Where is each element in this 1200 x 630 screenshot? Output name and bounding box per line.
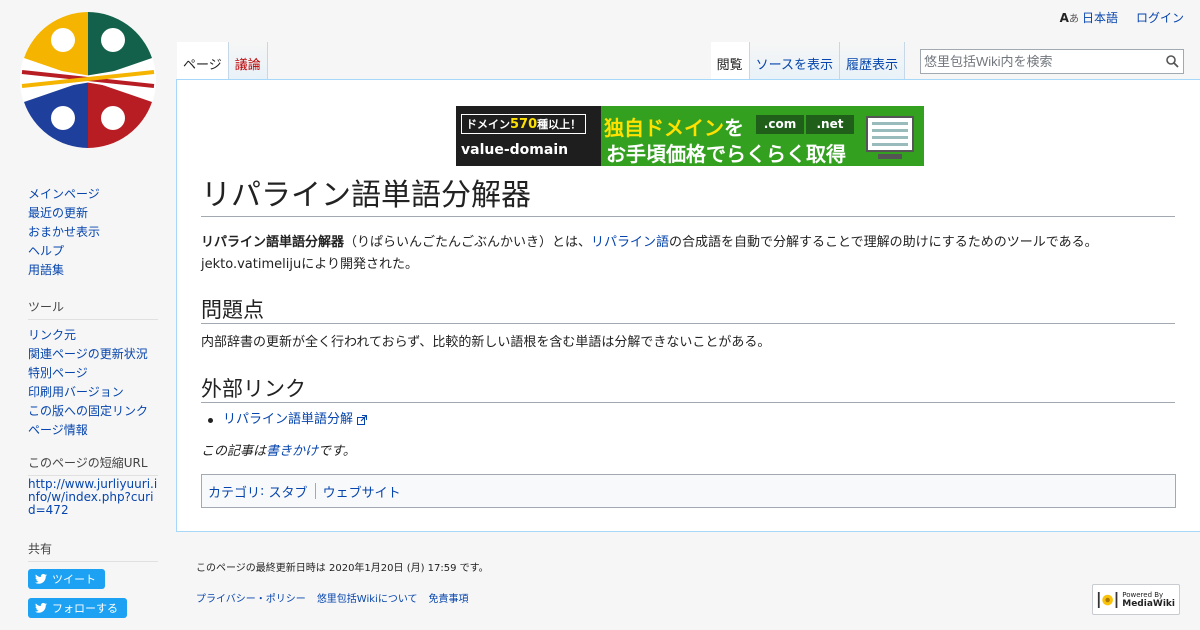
sidebar-tools: ツール リンク元 関連ページの更新状況 特別ページ 印刷用バージョン この版への… (28, 298, 158, 440)
footer-disclaimer-link[interactable]: 免責事項 (429, 590, 469, 605)
sidebar-navigation: メインページ 最近の更新 おまかせ表示 ヘルプ 用語集 (28, 185, 158, 280)
sidebar-item-help[interactable]: ヘルプ (28, 242, 158, 261)
category-website[interactable]: ウェブサイト (323, 482, 401, 501)
language-link[interactable]: 日本語 (1082, 9, 1118, 26)
powered-by-mediawiki[interactable]: Powered By MediaWiki (1092, 584, 1180, 615)
mediawiki-logo-icon (1097, 591, 1118, 608)
footer-about-link[interactable]: 悠里包括Wikiについて (317, 590, 418, 605)
banner-brand: value-domain (461, 142, 569, 158)
banner-headline: 独自ドメインを (604, 116, 744, 140)
list-item: リパライン語単語分解 (207, 410, 368, 430)
categories-label[interactable]: カテゴリ (208, 482, 260, 501)
content-area: ドメイン570種以上！ value-domain 独自ドメインを .com .n… (176, 79, 1200, 532)
stub-link[interactable]: 書きかけ (266, 444, 318, 459)
heading-external-links: 外部リンク (201, 376, 1175, 403)
sidebar-item-glossary[interactable]: 用語集 (28, 261, 158, 280)
sidebar-share: 共有 (28, 540, 158, 568)
sidebar-item-whatlinkshere[interactable]: リンク元 (28, 326, 158, 345)
tools-heading: ツール (28, 298, 158, 320)
twitter-icon (35, 603, 47, 613)
heading-problems: 問題点 (201, 297, 1175, 324)
namespace-tabs: ページ 議論 (177, 42, 268, 80)
search-icon (1165, 55, 1179, 68)
intro-bold: リパライン語単語分解器 (201, 235, 345, 250)
shorturl-link[interactable]: http://www.jurliyuuri.info/w/index.php?c… (28, 478, 158, 517)
ad-banner[interactable]: ドメイン570種以上！ value-domain 独自ドメインを .com .n… (456, 106, 924, 166)
search-input[interactable] (921, 50, 1161, 73)
search-box (920, 49, 1184, 74)
personal-tools: Aあ 日本語 ログイン (1060, 9, 1184, 26)
tweet-button[interactable]: ツイート (28, 569, 105, 589)
category-links: カテゴリ: スタブ ウェブサイト (201, 474, 1176, 508)
intro-link[interactable]: リパライン語 (591, 235, 669, 250)
sidebar-item-permalink[interactable]: この版への固定リンク (28, 402, 158, 421)
sidebar-item-related-changes[interactable]: 関連ページの更新状況 (28, 345, 158, 364)
banner-subline: お手頃価格でらくらく取得 (606, 142, 846, 166)
external-links-list: リパライン語単語分解 (201, 410, 368, 430)
tab-history[interactable]: 履歴表示 (839, 42, 905, 80)
category-stub[interactable]: スタブ (269, 482, 308, 501)
shorturl-heading: このページの短縮URL (28, 454, 158, 476)
site-logo[interactable] (18, 10, 158, 150)
banner-net: .net (806, 115, 854, 134)
share-heading: 共有 (28, 540, 158, 562)
sidebar-item-recent-changes[interactable]: 最近の更新 (28, 204, 158, 223)
sidebar-item-random[interactable]: おまかせ表示 (28, 223, 158, 242)
tab-page[interactable]: ページ (177, 42, 229, 80)
search-button[interactable] (1161, 51, 1183, 73)
banner-com: .com (756, 115, 804, 134)
page-title: リパライン語単語分解器 (201, 178, 1175, 217)
twitter-icon (35, 574, 47, 584)
footer-privacy-link[interactable]: プライバシー・ポリシー (196, 590, 306, 605)
intro-paragraph: リパライン語単語分解器（りぱらいんごたんごぶんかいき）とは、リパライン語の合成語… (201, 235, 1098, 272)
sidebar-item-printable[interactable]: 印刷用バージョン (28, 383, 158, 402)
tweet-label: ツイート (52, 573, 96, 586)
monitor-icon (866, 116, 914, 152)
external-link[interactable]: リパライン語単語分解 (223, 412, 353, 427)
login-link[interactable]: ログイン (1136, 9, 1184, 26)
footer-links: プライバシー・ポリシー 悠里包括Wikiについて 免責事項 (196, 590, 469, 605)
external-link-icon (357, 414, 368, 425)
tab-read[interactable]: 閲覧 (710, 42, 750, 80)
sidebar-item-main-page[interactable]: メインページ (28, 185, 158, 204)
banner-badge: ドメイン570種以上！ (461, 114, 587, 134)
problems-paragraph: 内部辞書の更新が全く行われておらず、比較的新しい語根を含む単語は分解できないこと… (201, 335, 771, 350)
footer-last-modified: このページの最終更新日時は 2020年1月20日 (月) 17:59 です。 (196, 563, 489, 574)
language-icon: Aあ (1059, 11, 1079, 25)
sidebar-item-page-info[interactable]: ページ情報 (28, 421, 158, 440)
stub-notice: この記事は書きかけです。 (201, 444, 356, 459)
follow-label: フォローする (52, 602, 118, 615)
follow-button[interactable]: フォローする (28, 598, 127, 618)
view-tabs: 閲覧 ソースを表示 履歴表示 (710, 42, 905, 80)
powered-big: MediaWiki (1122, 598, 1175, 609)
tab-talk[interactable]: 議論 (228, 42, 268, 80)
sidebar-item-special-pages[interactable]: 特別ページ (28, 364, 158, 383)
tab-view-source[interactable]: ソースを表示 (749, 42, 840, 80)
language-selector[interactable]: Aあ 日本語 (1060, 9, 1118, 26)
